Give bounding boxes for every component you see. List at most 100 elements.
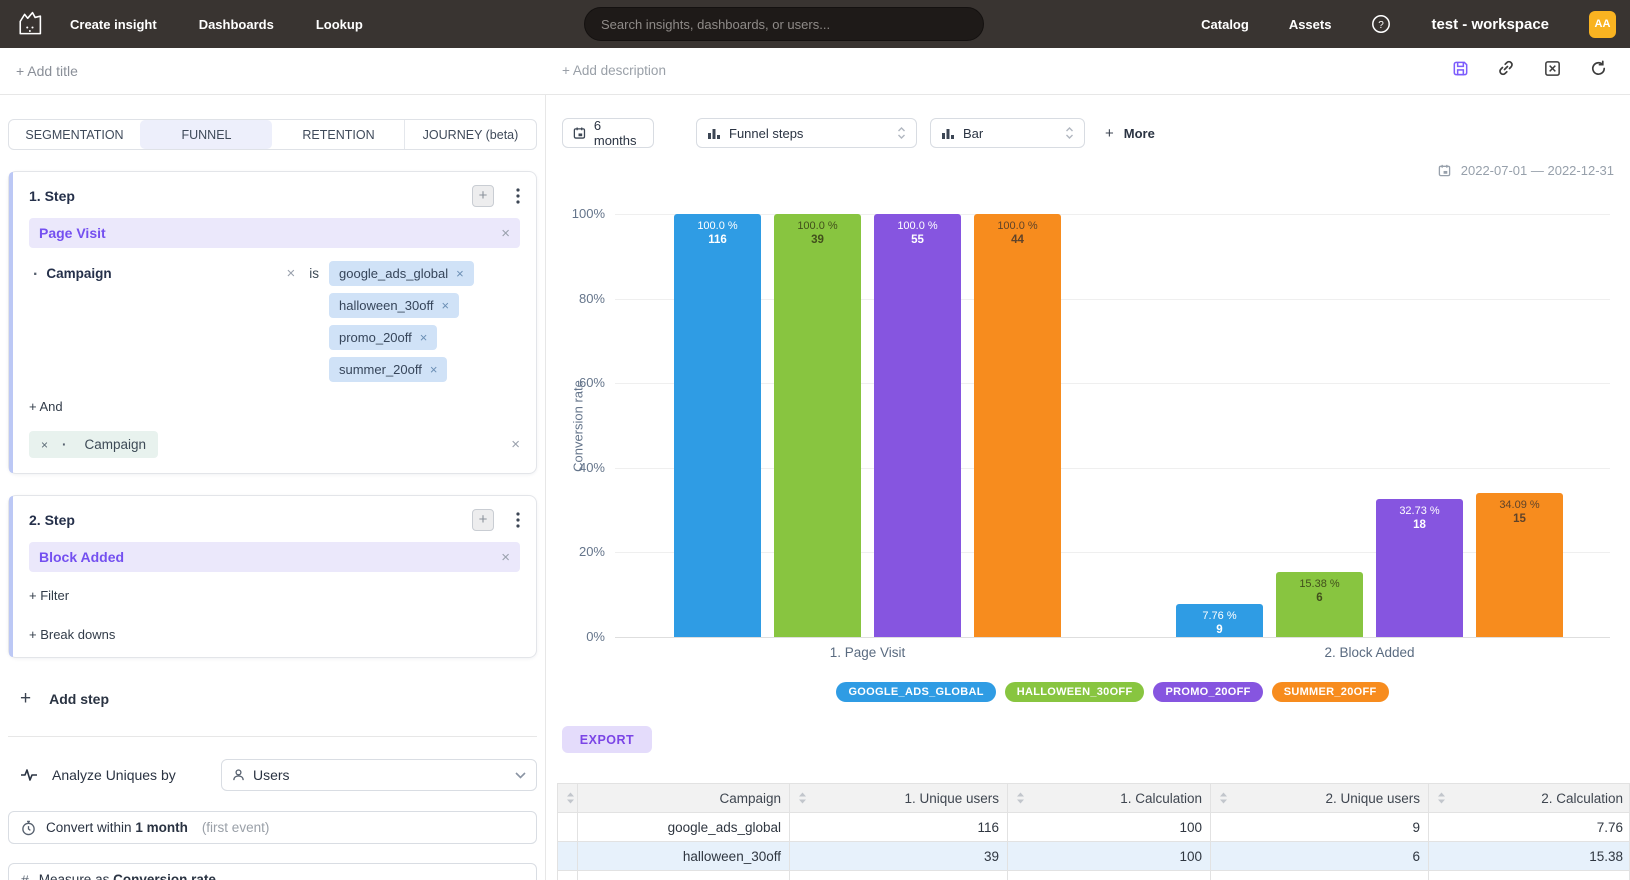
remove-chip-icon[interactable]: × — [441, 299, 449, 312]
property-bullet: · — [62, 437, 67, 452]
bar-label: 100.0 %44 — [974, 214, 1061, 247]
cell-value: 6 — [1412, 849, 1420, 864]
add-filter-button[interactable]: + Filter — [29, 588, 520, 603]
y-tick-label: 80% — [553, 291, 605, 306]
chart-legend: GOOGLE_ADS_GLOBAL HALLOWEEN_30OFF PROMO_20… — [615, 682, 1610, 702]
bar-halloween-30off-1-page-visit[interactable]: 100.0 %39 — [774, 214, 861, 637]
sort-icon[interactable] — [1016, 792, 1025, 804]
sort-icon[interactable] — [566, 792, 575, 804]
more-button[interactable]: + More — [1105, 118, 1155, 148]
add-breakdowns-button[interactable]: + Break downs — [29, 627, 520, 642]
tab-funnel[interactable]: FUNNEL — [140, 120, 272, 149]
header-label[interactable]: 2. Calculation — [1541, 791, 1623, 806]
bar-google-ads-global-2-block-added[interactable]: 7.76 %9 — [1176, 604, 1263, 637]
add-description-button[interactable]: + Add description — [562, 63, 666, 78]
step-menu-icon[interactable] — [516, 512, 520, 528]
bar-count-label: 15 — [1476, 512, 1563, 526]
extra-filter-chip[interactable]: × · Campaign — [29, 431, 158, 458]
filter-value-chip[interactable]: halloween_30off× — [329, 293, 459, 318]
analyze-by-select[interactable]: Users — [221, 759, 537, 791]
cell: halloween_30off — [578, 842, 790, 870]
header-label[interactable]: 2. Unique users — [1325, 791, 1420, 806]
search-input[interactable] — [584, 7, 984, 41]
add-inline-icon[interactable]: + — [472, 185, 494, 207]
header-label[interactable]: 1. Calculation — [1120, 791, 1202, 806]
cell — [558, 813, 578, 841]
tab-segmentation[interactable]: SEGMENTATION — [9, 120, 140, 149]
bar-promo-20off-2-block-added[interactable]: 32.73 %18 — [1376, 499, 1463, 637]
remove-row-icon[interactable]: × — [511, 437, 520, 452]
event-name[interactable]: Block Added — [39, 549, 501, 565]
view-type-select[interactable]: Funnel steps — [696, 118, 917, 148]
remove-event-icon[interactable]: × — [501, 550, 510, 565]
legend-chip-summer-20off[interactable]: SUMMER_20OFF — [1272, 682, 1389, 702]
bar-count-label: 39 — [774, 233, 861, 247]
workspace-name[interactable]: test - workspace — [1431, 16, 1549, 33]
remove-chip-icon[interactable]: × — [420, 331, 428, 344]
tab-journey-beta[interactable]: JOURNEY (beta) — [404, 120, 536, 149]
add-inline-icon[interactable]: + — [472, 509, 494, 531]
sort-icon[interactable] — [1219, 792, 1228, 804]
bar-google-ads-global-1-page-visit[interactable]: 100.0 %116 — [674, 214, 761, 637]
add-and-condition-button[interactable]: + And — [29, 399, 520, 414]
legend-chip-google-ads-global[interactable]: GOOGLE_ADS_GLOBAL — [836, 682, 995, 702]
remove-chip-icon[interactable]: × — [430, 363, 438, 376]
bar-count-label: 6 — [1276, 591, 1363, 605]
bar-summer-20off-1-page-visit[interactable]: 100.0 %44 — [974, 214, 1061, 637]
add-step-button[interactable]: + Add step — [8, 688, 537, 710]
chart-section: 6 months Funnel steps Bar + More 2022-07… — [547, 95, 1630, 880]
avatar[interactable]: AA — [1589, 11, 1616, 38]
chart-type-select[interactable]: Bar — [930, 118, 1085, 148]
legend-chip-promo-20off[interactable]: PROMO_20OFF — [1153, 682, 1262, 702]
bar-label: 100.0 %39 — [774, 214, 861, 247]
sort-icon[interactable] — [1437, 792, 1446, 804]
filter-property[interactable]: Campaign — [46, 266, 111, 281]
nav-item-lookup[interactable]: Lookup — [316, 17, 363, 32]
close-square-icon[interactable] — [1542, 58, 1562, 78]
remove-extra-filter-icon[interactable]: × — [41, 439, 48, 451]
convert-within-row[interactable]: Convert within 1 month (first event) — [8, 811, 537, 844]
filter-value-chip[interactable]: google_ads_global× — [329, 261, 474, 286]
table-row[interactable]: halloween_30off39100615.38 — [558, 841, 1629, 870]
sort-icon[interactable] — [798, 792, 807, 804]
nav-item-catalog[interactable]: Catalog — [1201, 17, 1249, 32]
header-label[interactable]: 1. Unique users — [904, 791, 999, 806]
link-icon[interactable] — [1496, 58, 1516, 78]
tab-retention[interactable]: RETENTION — [272, 120, 404, 149]
gridline — [615, 299, 1610, 300]
event-name[interactable]: Page Visit — [39, 225, 501, 241]
remove-chip-icon[interactable]: × — [456, 267, 464, 280]
date-range-button[interactable]: 6 months — [562, 118, 654, 148]
remove-event-icon[interactable]: × — [501, 226, 510, 241]
bar-count-label: 9 — [1176, 623, 1263, 637]
save-icon[interactable] — [1450, 58, 1470, 78]
nav-item-dashboards[interactable]: Dashboards — [199, 17, 274, 32]
cell: 7.76 — [1429, 813, 1630, 841]
bar-summer-20off-2-block-added[interactable]: 34.09 %15 — [1476, 493, 1563, 637]
nav-item-create-insight[interactable]: Create insight — [70, 17, 157, 32]
measure-as-row[interactable]: # Measure as Conversion rate — [8, 863, 537, 880]
add-title-button[interactable]: + Add title — [16, 63, 78, 79]
bar-promo-20off-1-page-visit[interactable]: 100.0 %55 — [874, 214, 961, 637]
legend-chip-halloween-30off[interactable]: HALLOWEEN_30OFF — [1005, 682, 1145, 702]
bar-count-label: 18 — [1376, 518, 1463, 532]
step-menu-icon[interactable] — [516, 188, 520, 204]
x-axis-label: 1. Page Visit — [830, 645, 906, 660]
cell — [558, 842, 578, 870]
filter-value-chips: google_ads_global× halloween_30off× promo_… — [329, 261, 520, 382]
refresh-icon[interactable] — [1588, 58, 1608, 78]
bar-halloween-30off-2-block-added[interactable]: 15.38 %6 — [1276, 572, 1363, 637]
app-logo-icon[interactable] — [12, 7, 46, 41]
header-label[interactable]: Campaign — [719, 791, 781, 806]
help-icon[interactable]: ? — [1371, 14, 1391, 34]
date-range-display: 2022-07-01 — 2022-12-31 — [1438, 163, 1614, 178]
export-button[interactable]: EXPORT — [562, 726, 652, 753]
filter-operator[interactable]: is — [309, 266, 319, 281]
header-cell-1-unique-users: 1. Unique users — [790, 784, 1008, 812]
remove-filter-icon[interactable]: × — [286, 266, 295, 281]
filter-value-chip[interactable]: promo_20off× — [329, 325, 437, 350]
cell: 100 — [1008, 842, 1211, 870]
nav-item-assets[interactable]: Assets — [1289, 17, 1332, 32]
table-row[interactable]: google_ads_global11610097.76 — [558, 812, 1629, 841]
filter-value-chip[interactable]: summer_20off× — [329, 357, 447, 382]
